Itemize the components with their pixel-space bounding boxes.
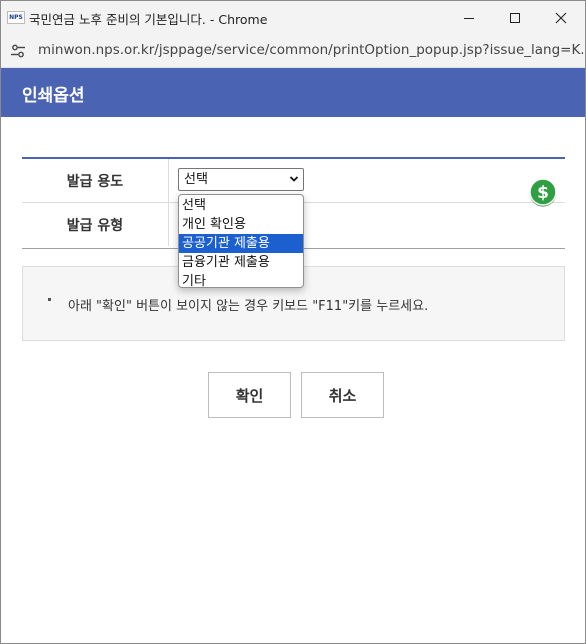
page-title: 인쇄옵션 bbox=[22, 86, 85, 106]
option-public-agency[interactable]: 공공기관 제출용 bbox=[179, 234, 303, 253]
maximize-icon bbox=[510, 12, 520, 23]
notice-bullet bbox=[48, 298, 51, 301]
nps-favicon: NPS bbox=[7, 11, 25, 24]
option-financial-agency[interactable]: 금융기관 제출용 bbox=[179, 253, 303, 272]
chevron-down-icon bbox=[289, 176, 299, 182]
notice-text: 아래 "확인" 버튼이 보이지 않는 경우 키보드 "F11"키를 누르세요. bbox=[68, 299, 429, 314]
maximize-button[interactable] bbox=[492, 1, 538, 34]
address-bar: minwon.nps.or.kr/jsppage/service/common/… bbox=[1, 34, 585, 68]
minimize-button[interactable] bbox=[446, 1, 492, 34]
option-select[interactable]: 선택 bbox=[179, 196, 303, 215]
purpose-select[interactable]: 선택 bbox=[178, 168, 304, 191]
window-title: 국민연금 노후 준비의 기본입니다. - Chrome bbox=[29, 12, 268, 27]
popup-header: 인쇄옵션 bbox=[1, 68, 585, 117]
type-label: 발급 유형 bbox=[66, 217, 124, 234]
popup-window: NPS 국민연금 노후 준비의 기본입니다. - Chrome minwon.n… bbox=[0, 0, 586, 644]
purpose-dropdown-list: 선택 개인 확인용 공공기관 제출용 금융기관 제출용 기타 bbox=[178, 194, 304, 291]
option-personal[interactable]: 개인 확인용 bbox=[179, 215, 303, 234]
minimize-icon bbox=[464, 17, 474, 19]
close-icon bbox=[555, 12, 567, 23]
close-button[interactable] bbox=[538, 1, 584, 34]
dollar-icon[interactable]: $ bbox=[528, 177, 558, 207]
purpose-select-value: 선택 bbox=[184, 172, 208, 187]
confirm-button[interactable]: 확인 bbox=[208, 372, 291, 418]
svg-text:$: $ bbox=[537, 183, 549, 203]
site-settings-icon[interactable] bbox=[10, 43, 26, 63]
cancel-button[interactable]: 취소 bbox=[301, 372, 384, 418]
url-text[interactable]: minwon.nps.or.kr/jsppage/service/common/… bbox=[38, 42, 585, 58]
purpose-label: 발급 용도 bbox=[66, 173, 124, 190]
option-other[interactable]: 기타 bbox=[179, 272, 303, 291]
title-bar: NPS 국민연금 노후 준비의 기본입니다. - Chrome bbox=[1, 1, 585, 34]
